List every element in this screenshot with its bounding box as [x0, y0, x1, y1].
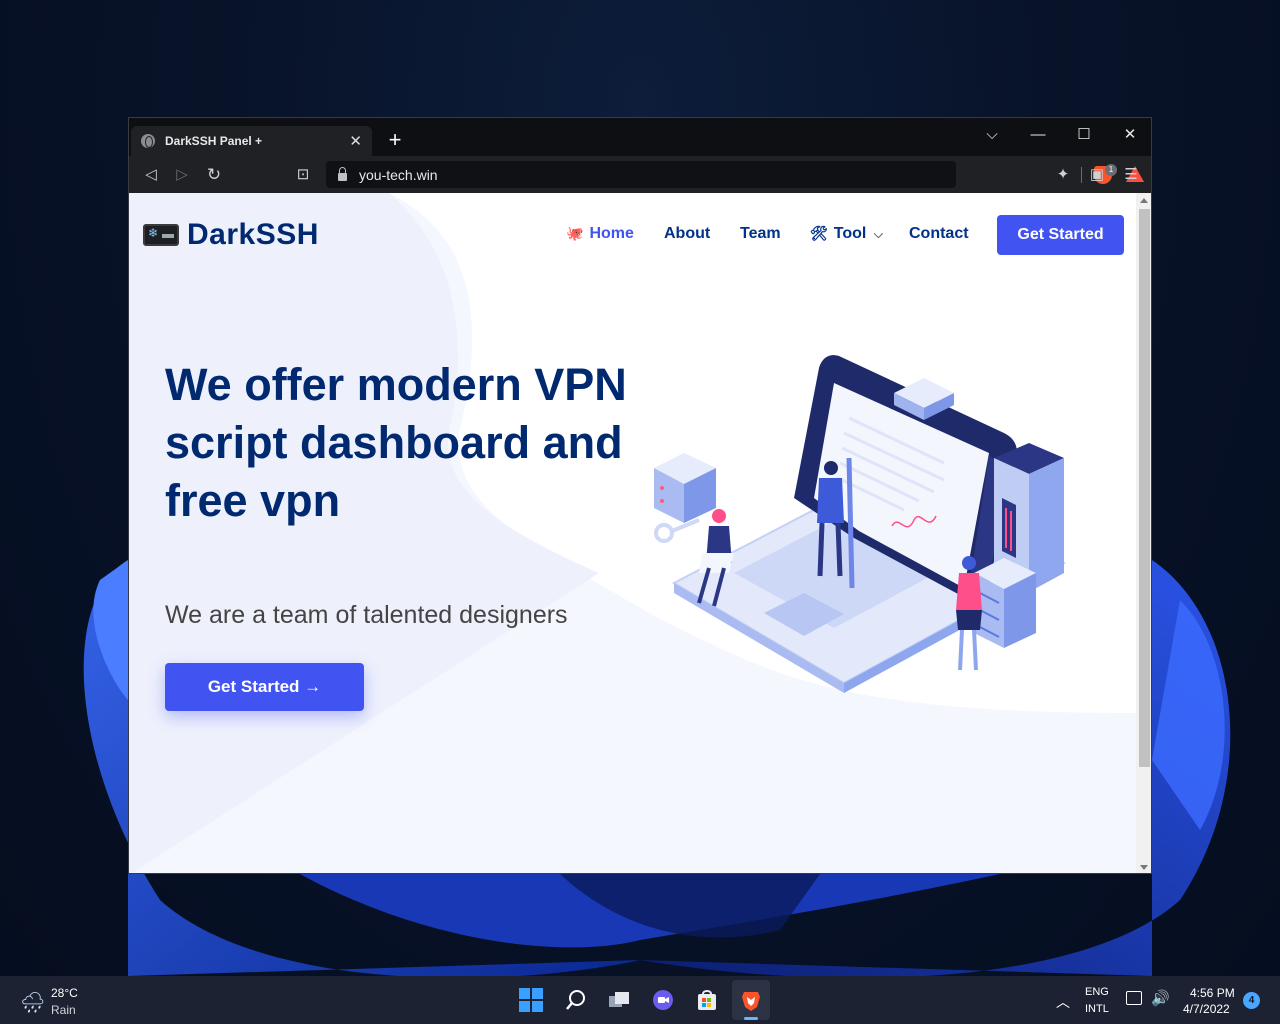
brave-browser-icon[interactable]: [739, 988, 763, 1012]
weather-condition[interactable]: Rain: [51, 1003, 76, 1017]
network-icon[interactable]: [1126, 991, 1142, 1005]
webpage: DarkSSH 🐙 Home About Team 🛠 Tool ⌵ Contact…: [129, 193, 1136, 873]
browser-toolbar: ◁ ▷ ↻ ⊡ you-tech.win 1 ✦ ▣ ☰: [129, 156, 1151, 193]
tools-icon: 🛠: [810, 225, 828, 241]
get-started-hero-button[interactable]: Get Started →: [165, 663, 364, 711]
reload-button[interactable]: ↻: [202, 163, 226, 187]
new-tab-button[interactable]: +: [383, 127, 407, 153]
lock-icon: [338, 166, 347, 181]
show-hidden-icons-chevron-icon[interactable]: ︿: [1056, 992, 1070, 1012]
forward-button[interactable]: ▷: [170, 163, 194, 187]
wallet-icon[interactable]: ▣: [1085, 163, 1109, 187]
input-layout[interactable]: INTL: [1085, 1003, 1109, 1015]
nav-tool[interactable]: 🛠 Tool ⌵: [810, 225, 883, 243]
page-scrollbar[interactable]: [1136, 193, 1151, 873]
extensions-icon[interactable]: ✦: [1051, 163, 1075, 187]
brand-logo-icon[interactable]: [143, 224, 179, 246]
nav-contact[interactable]: Contact: [909, 225, 969, 243]
nav-tool-label: Tool: [833, 225, 867, 242]
url-text: you-tech.win: [359, 166, 438, 183]
nav-home[interactable]: 🐙 Home: [566, 225, 634, 243]
brand-name[interactable]: DarkSSH: [187, 218, 319, 252]
chevron-down-icon: ⌵: [873, 227, 883, 241]
tab-search-dropdown-icon[interactable]: ⌵: [969, 122, 1015, 148]
windows-start-icon[interactable]: [519, 988, 543, 1012]
scroll-down-arrow-icon[interactable]: [1140, 865, 1148, 870]
volume-icon[interactable]: 🔊: [1151, 989, 1170, 1007]
close-window-button[interactable]: ✕: [1107, 122, 1151, 148]
minimize-button[interactable]: —: [1015, 122, 1061, 148]
nav-team[interactable]: Team: [740, 225, 781, 243]
octopus-icon: 🐙: [566, 225, 584, 241]
nav-home-label: Home: [589, 225, 634, 242]
bookmark-icon[interactable]: ⊡: [291, 163, 315, 187]
notification-count-badge[interactable]: 4: [1243, 992, 1260, 1009]
chat-icon[interactable]: [651, 988, 675, 1012]
hero-illustration: [654, 355, 1067, 693]
tab-close-icon[interactable]: ✕: [349, 132, 362, 150]
search-icon[interactable]: [564, 988, 588, 1012]
clock-date[interactable]: 4/7/2022: [1183, 1002, 1230, 1016]
maximize-button[interactable]: ☐: [1061, 122, 1107, 148]
menu-icon[interactable]: ☰: [1119, 163, 1143, 187]
browser-window: DarkSSH Panel + ✕ + ⌵ — ☐ ✕ ◁ ▷ ↻ ⊡ you-…: [128, 117, 1152, 874]
scroll-up-arrow-icon[interactable]: [1140, 198, 1148, 203]
hero-subtitle: We are a team of talented designers: [165, 601, 568, 629]
tab-darkssh-panel[interactable]: DarkSSH Panel + ✕: [131, 126, 372, 156]
scrollbar-thumb[interactable]: [1139, 209, 1150, 767]
back-button[interactable]: ◁: [139, 163, 163, 187]
browser-titlebar: DarkSSH Panel + ✕ + ⌵ — ☐ ✕: [129, 118, 1151, 156]
input-language[interactable]: ENG: [1085, 986, 1109, 998]
globe-icon: [141, 134, 155, 148]
store-icon[interactable]: [695, 988, 719, 1012]
hero-title: We offer modern VPN script dashboard and…: [165, 359, 627, 526]
clock-time[interactable]: 4:56 PM: [1190, 986, 1235, 1000]
address-bar[interactable]: you-tech.win 1: [326, 161, 1144, 188]
task-view-icon[interactable]: [607, 988, 631, 1012]
nav-about[interactable]: About: [664, 225, 710, 243]
get-started-header-button[interactable]: Get Started: [997, 215, 1124, 255]
url-separator: [1081, 167, 1082, 183]
tab-title: DarkSSH Panel +: [165, 134, 263, 148]
rain-cloud-icon[interactable]: 🌧: [20, 990, 45, 1015]
taskbar: 🌧 28°C Rain ︿ ENG INTL 🔊 4:56 PM 4/7/202…: [0, 976, 1280, 1024]
weather-temperature[interactable]: 28°C: [51, 986, 78, 1000]
